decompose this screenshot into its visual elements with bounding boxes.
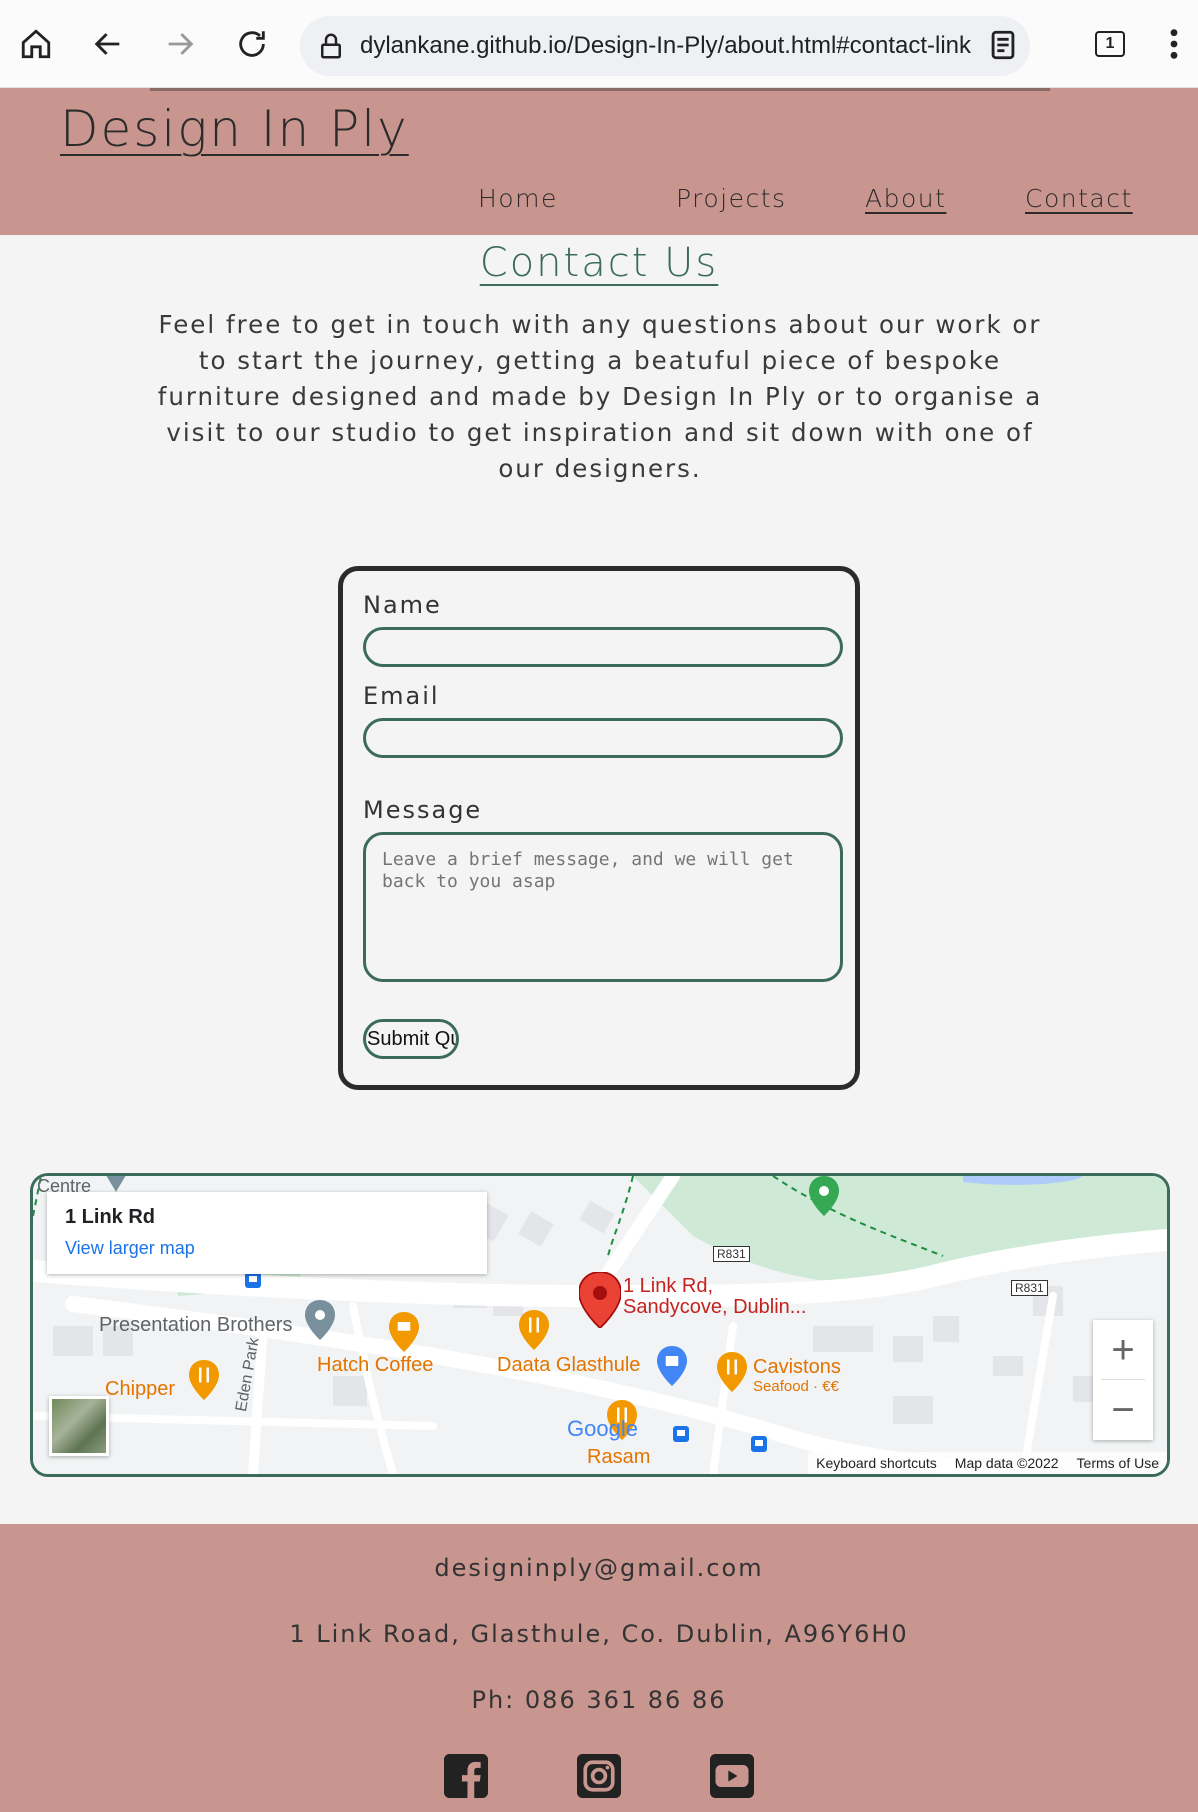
nav-about[interactable]: About xyxy=(865,184,946,213)
poi-cavistons[interactable]: Cavistons xyxy=(753,1356,841,1379)
bus-stop-icon-3[interactable] xyxy=(751,1436,767,1457)
google-logo: Google xyxy=(567,1416,638,1441)
restaurant-pin-icon-2[interactable] xyxy=(717,1352,747,1397)
map-attribution: Keyboard shortcuts Map data ©2022 Terms … xyxy=(808,1452,1167,1474)
keyboard-shortcuts-link[interactable]: Keyboard shortcuts xyxy=(816,1455,937,1471)
pin-label-line1: 1 Link Rd, xyxy=(623,1275,714,1297)
poi-rasam[interactable]: Rasam xyxy=(587,1446,650,1469)
url-text: dylankane.github.io/Design-In-Ply/about.… xyxy=(360,32,972,59)
contact-title: Contact Us xyxy=(479,240,719,286)
map-data-credit: Map data ©2022 xyxy=(954,1455,1059,1471)
home-icon[interactable] xyxy=(12,20,60,68)
pin-label-line2: Sandycove, Dublin... xyxy=(623,1296,807,1318)
reload-icon[interactable] xyxy=(228,20,276,68)
browser-toolbar: dylankane.github.io/Design-In-Ply/about.… xyxy=(0,0,1198,88)
site-footer: designinply@gmail.com 1 Link Road, Glast… xyxy=(0,1524,1198,1812)
location-pin-icon[interactable] xyxy=(578,1271,622,1333)
landmark-pin-icon[interactable] xyxy=(305,1300,335,1345)
view-larger-map-link[interactable]: View larger map xyxy=(65,1238,195,1259)
lock-icon xyxy=(316,30,346,66)
zoom-out-button[interactable]: − xyxy=(1093,1380,1153,1440)
nav-home[interactable]: Home xyxy=(478,184,558,213)
bus-stop-icon-2[interactable] xyxy=(673,1426,689,1447)
park-pin-icon[interactable] xyxy=(809,1176,839,1221)
tab-switcher-button[interactable]: 1 xyxy=(1086,20,1134,68)
site-header: Design In Ply Home Projects About Contac… xyxy=(0,88,1198,235)
reader-mode-icon[interactable] xyxy=(986,28,1020,66)
nav-contact[interactable]: Contact xyxy=(1025,184,1133,213)
email-input[interactable] xyxy=(363,718,843,758)
name-input[interactable] xyxy=(363,627,843,667)
terms-of-use-link[interactable]: Terms of Use xyxy=(1077,1455,1159,1471)
restaurant-pin-icon-3[interactable] xyxy=(189,1360,219,1405)
footer-address: 1 Link Road, Glasthule, Co. Dublin, A96Y… xyxy=(289,1620,909,1648)
road-label-r831-2: R831 xyxy=(1011,1280,1048,1296)
poi-daata-glasthule[interactable]: Daata Glasthule xyxy=(497,1354,640,1377)
map-place-name: 1 Link Rd xyxy=(65,1206,156,1228)
facebook-icon[interactable] xyxy=(444,1754,488,1798)
name-label: Name xyxy=(363,591,442,619)
email-label: Email xyxy=(363,682,440,710)
back-arrow-icon[interactable] xyxy=(84,20,132,68)
address-bar[interactable]: dylankane.github.io/Design-In-Ply/about.… xyxy=(300,16,1030,76)
embedded-map[interactable]: 1 Link Rd, Sandycove, Dublin... Presenta… xyxy=(30,1173,1170,1477)
poi-presentation-brothers[interactable]: Presentation Brothers xyxy=(99,1314,292,1337)
message-label: Message xyxy=(363,796,483,824)
poi-cavistons-sub: Seafood · €€ xyxy=(753,1378,839,1395)
forward-arrow-icon[interactable] xyxy=(156,20,204,68)
menu-kebab-icon[interactable] xyxy=(1150,20,1198,68)
satellite-toggle[interactable] xyxy=(49,1396,109,1456)
instagram-icon[interactable] xyxy=(577,1754,621,1798)
restaurant-pin-icon[interactable] xyxy=(519,1310,549,1355)
zoom-in-button[interactable]: + xyxy=(1093,1320,1153,1380)
contact-intro: Feel free to get in touch with any quest… xyxy=(157,310,1043,483)
submit-button[interactable]: Submit Query xyxy=(363,1019,459,1059)
cafe-pin-icon[interactable] xyxy=(389,1312,419,1357)
nav-projects[interactable]: Projects xyxy=(676,184,787,213)
poi-chipper[interactable]: Chipper xyxy=(105,1378,175,1401)
road-label-r831: R831 xyxy=(713,1246,750,1262)
map-info-card: 1 Link Rd View larger map xyxy=(47,1192,487,1274)
footer-email[interactable]: designinply@gmail.com xyxy=(0,1554,1198,1582)
site-logo[interactable]: Design In Ply xyxy=(60,100,409,158)
map-zoom-controls: + − xyxy=(1093,1320,1153,1440)
shopping-pin-icon[interactable] xyxy=(657,1346,687,1391)
youtube-icon[interactable] xyxy=(710,1754,754,1798)
footer-phone: Ph: 086 361 86 86 xyxy=(471,1686,727,1714)
poi-hatch-coffee[interactable]: Hatch Coffee xyxy=(317,1354,433,1377)
contact-form: Name Email Message Leave a brief message… xyxy=(338,566,860,1090)
message-placeholder: Leave a brief message, and we will get b… xyxy=(382,849,794,892)
bus-stop-icon[interactable] xyxy=(245,1272,261,1293)
tab-count: 1 xyxy=(1095,31,1125,57)
pin-label: 1 Link Rd, Sandycove, Dublin... xyxy=(623,1276,806,1318)
header-divider xyxy=(150,88,1050,91)
message-textarea[interactable]: Leave a brief message, and we will get b… xyxy=(363,832,843,982)
